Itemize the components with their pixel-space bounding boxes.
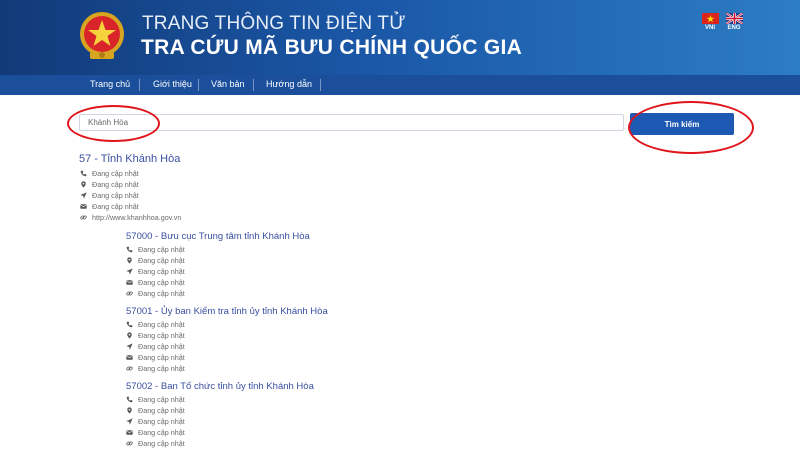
location-arrow-icon [126,418,133,425]
child-result-title[interactable]: 57002 - Ban Tổ chức tỉnh ủy tỉnh Khánh H… [126,381,314,392]
site-subtitle: TRANG THÔNG TIN ĐIỆN TỬ [142,13,406,34]
nav-divider [139,79,140,91]
info-row-email: Đang cập nhật [126,277,185,287]
info-row-phone: Đang cập nhật [80,168,139,178]
info-text: Đang cập nhật [92,201,139,211]
info-row-website[interactable]: http://www.khanhhoa.gov.vn [80,212,181,222]
nav-item-guide[interactable]: Hướng dẫn [266,79,312,89]
map-pin-icon [80,181,87,188]
info-row-website: Đang cập nhật [126,438,185,448]
info-row-location: Đang cập nhật [126,341,185,351]
child-result-title[interactable]: 57000 - Bưu cục Trung tâm tỉnh Khánh Hòa [126,231,310,242]
info-text: Đang cập nhật [138,405,185,415]
lang-english[interactable]: ENG [724,13,744,31]
phone-icon [126,246,133,253]
vietnam-flag-icon [701,13,719,24]
location-arrow-icon [126,343,133,350]
info-row-address: Đang cập nhật [126,405,185,415]
map-pin-icon [126,407,133,414]
info-text: Đang cập nhật [92,179,139,189]
link-icon [126,365,133,372]
info-text: Đang cập nhật [138,288,185,298]
lang-en-label: ENG [727,25,741,31]
nav-divider [320,79,321,91]
info-row-phone: Đang cập nhật [126,394,185,404]
info-text: Đang cập nhật [138,319,185,329]
lang-vn-label: VNI [704,25,715,31]
link-icon [126,290,133,297]
location-arrow-icon [80,192,87,199]
map-pin-icon [126,257,133,264]
nav-item-about[interactable]: Giới thiệu [153,79,192,89]
info-text: Đang cập nhật [138,352,185,362]
info-row-location: Đang cập nhật [126,416,185,426]
info-row-address: Đang cập nhật [126,255,185,265]
info-row-phone: Đang cập nhật [126,244,185,254]
info-text: Đang cập nhật [92,168,139,178]
info-text: Đang cập nhật [138,416,185,426]
national-emblem-icon [80,12,124,59]
info-row-website: Đang cập nhật [126,363,185,373]
info-row-email: Đang cập nhật [126,427,185,437]
phone-icon [126,321,133,328]
info-row-address: Đang cập nhật [80,179,139,189]
site-title: TRA CỨU MÃ BƯU CHÍNH QUỐC GIA [141,36,523,59]
info-text: Đang cập nhật [138,255,185,265]
map-pin-icon [126,332,133,339]
info-text: Đang cập nhật [138,363,185,373]
search-input[interactable] [79,114,624,131]
link-icon [80,214,87,221]
envelope-icon [126,429,133,436]
envelope-icon [80,203,87,210]
info-text: Đang cập nhật [138,266,185,276]
info-text: Đang cập nhật [138,427,185,437]
info-row-location: Đang cập nhật [126,266,185,276]
phone-icon [80,170,87,177]
lang-vietnamese[interactable]: VNI [700,13,720,31]
phone-icon [126,396,133,403]
main-nav: Trang chủ Giới thiệu Văn bản Hướng dẫn [0,75,800,95]
result-title[interactable]: 57 - Tỉnh Khánh Hòa [79,153,180,165]
info-row-address: Đang cập nhật [126,330,185,340]
website-link[interactable]: http://www.khanhhoa.gov.vn [92,213,181,222]
site-header: TRANG THÔNG TIN ĐIỆN TỬ TRA CỨU MÃ BƯU C… [0,0,800,75]
info-text: Đang cập nhật [92,190,139,200]
location-arrow-icon [126,268,133,275]
info-text: Đang cập nhật [138,341,185,351]
link-icon [126,440,133,447]
info-text: Đang cập nhật [138,330,185,340]
info-text: Đang cập nhật [138,277,185,287]
envelope-icon [126,354,133,361]
envelope-icon [126,279,133,286]
nav-item-home[interactable]: Trang chủ [90,79,130,89]
info-text: Đang cập nhật [138,438,185,448]
info-row-website: Đang cập nhật [126,288,185,298]
child-result-title[interactable]: 57001 - Ủy ban Kiểm tra tỉnh ủy tỉnh Khá… [126,306,328,317]
info-row-phone: Đang cập nhật [126,319,185,329]
info-row-email: Đang cập nhật [126,352,185,362]
nav-item-documents[interactable]: Văn bản [211,79,245,89]
info-text: Đang cập nhật [138,244,185,254]
nav-divider [198,79,199,91]
uk-flag-icon [725,13,743,24]
info-row-location: Đang cập nhật [80,190,139,200]
search-button[interactable]: Tìm kiếm [630,113,734,135]
info-row-email: Đang cập nhật [80,201,139,211]
info-text: Đang cập nhật [138,394,185,404]
nav-divider [253,79,254,91]
